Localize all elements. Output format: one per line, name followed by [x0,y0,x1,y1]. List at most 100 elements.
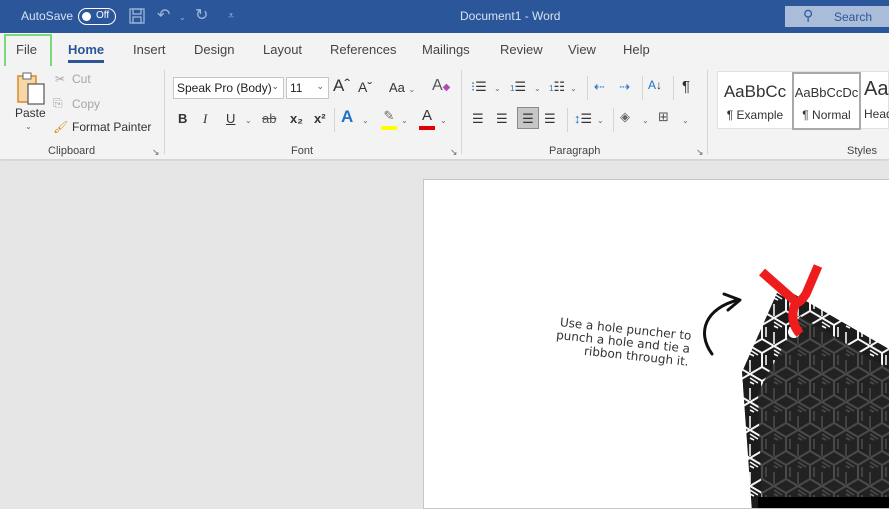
file-tab-focus-ring [4,34,52,69]
copy-icon: ⎘ [53,96,63,110]
bold-button[interactable]: B [178,111,187,127]
borders-icon[interactable]: ⊞ [658,109,669,125]
change-case-button[interactable]: Aa ⌄ [389,80,415,98]
justify-icon[interactable]: ☰ [544,111,556,127]
subscript-button[interactable]: x₂ [290,111,303,127]
divider [642,76,643,100]
multilevel-list-icon[interactable]: 1☷ [549,79,565,97]
copy-button[interactable]: ⎘ Copy [53,96,100,111]
line-spacing-icon[interactable]: ↕☰ [574,111,592,127]
font-launcher-icon[interactable]: ↘ [450,147,458,158]
style-sample: AaBbCc [723,82,787,101]
borders-dropdown-icon[interactable]: ⌄ [682,113,689,129]
highlight-color-swatch [381,126,397,130]
multilevel-dropdown-icon[interactable]: ⌄ [570,81,577,97]
paste-dropdown-icon[interactable]: ⌄ [25,122,32,131]
shading-icon[interactable]: ◈ [620,109,630,125]
tab-review[interactable]: Review [500,42,543,57]
font-color-button[interactable]: A [419,108,435,130]
cut-label: Cut [72,72,91,86]
save-icon[interactable] [128,7,146,30]
autosave-state: Off [96,10,110,21]
cut-button[interactable]: ✂ Cut [55,72,91,86]
chevron-down-icon: ⌄ [316,81,324,91]
autosave-label: AutoSave [21,9,74,23]
style-heading-1[interactable]: AaBb Heading 1 [864,72,889,130]
clipboard-launcher-icon[interactable]: ↘ [152,147,160,158]
shading-dropdown-icon[interactable]: ⌄ [642,113,649,129]
font-name-select[interactable]: Speak Pro (Body) ⌄ [173,77,284,99]
highlight-dropdown-icon[interactable]: ⌄ [401,113,408,129]
superscript-button[interactable]: x² [314,111,326,127]
highlighter-icon: ✎ [383,108,395,123]
paintbrush-icon: 🖌 [53,120,69,134]
divider [461,70,462,154]
font-size-select[interactable]: 11 ⌄ [286,77,329,99]
underline-button[interactable]: U [226,111,235,127]
tab-home[interactable]: Home [68,42,105,63]
instruction-text: Use a hole puncher to punch a hole and t… [555,315,693,369]
strikethrough-button[interactable]: ab [262,111,276,127]
styles-group-label: Styles [847,145,877,157]
document-area[interactable]: Use a hole puncher to punch a hole and t… [0,161,889,509]
numbering-icon[interactable]: 1☰ [510,79,526,97]
divider [567,108,568,132]
line-spacing-dropdown-icon[interactable]: ⌄ [597,113,604,129]
shrink-font-icon[interactable]: Aˇ [358,79,372,95]
bullets-icon[interactable]: ⁝☰ [471,79,487,95]
increase-indent-icon[interactable]: ⇢ [619,79,630,95]
text-effects-dropdown-icon[interactable]: ⌄ [362,113,369,129]
tab-view[interactable]: View [568,42,596,57]
sort-icon[interactable]: A↓ [648,77,662,93]
document-page[interactable]: Use a hole puncher to punch a hole and t… [423,179,889,509]
highlight-color-button[interactable]: ✎ [380,108,398,130]
paragraph-group-label: Paragraph [549,145,601,157]
divider [707,70,708,154]
show-formatting-marks-button[interactable]: ¶ [682,79,690,95]
style-name: ¶ Normal [802,108,851,122]
tab-insert[interactable]: Insert [133,42,166,57]
align-center-icon[interactable]: ☰ [496,111,508,127]
customize-toolbar-icon[interactable]: ⩡ [228,7,234,25]
paste-icon [17,72,45,105]
style-normal[interactable]: AaBbCcDc ¶ Normal [792,72,861,130]
tab-references[interactable]: References [330,42,396,57]
clear-formatting-icon[interactable]: A◆ [432,78,450,96]
paste-button[interactable] [14,72,48,106]
undo-dropdown-icon[interactable]: ⌄ [179,9,186,27]
divider [673,76,674,100]
style-example[interactable]: AaBbCc ¶ Example [718,72,792,130]
clipboard-group-label: Clipboard [48,145,96,157]
align-right-button[interactable]: ☰ [517,107,539,129]
scissors-icon: ✂ [55,72,66,86]
search-box[interactable]: ⚲ Search [785,6,889,27]
undo-icon[interactable]: ↶ [157,7,170,25]
format-painter-button[interactable]: 🖌 Format Painter [53,120,151,134]
text-effects-icon[interactable]: A [341,108,353,125]
search-icon: ⚲ [803,7,814,23]
bullets-dropdown-icon[interactable]: ⌄ [494,81,501,97]
underline-dropdown-icon[interactable]: ⌄ [245,113,252,129]
font-name-value: Speak Pro (Body) [177,81,272,95]
toggle-knob [82,11,91,21]
chevron-down-icon: ⌄ [271,81,279,91]
tab-help[interactable]: Help [623,42,650,57]
tab-mailings[interactable]: Mailings [422,42,470,57]
autosave-toggle[interactable]: Off [78,8,116,25]
ribbon: Paste ⌄ ✂ Cut ⎘ Copy 🖌 Format Painter Cl… [0,66,889,160]
decrease-indent-icon[interactable]: ⇠ [594,79,605,95]
copy-label: Copy [72,96,101,111]
grow-font-icon[interactable]: Aˆ [333,77,350,94]
numbering-dropdown-icon[interactable]: ⌄ [534,81,541,97]
change-case-label: Aa [389,80,405,95]
tab-layout[interactable]: Layout [263,42,302,57]
italic-button[interactable]: I [203,111,207,127]
styles-gallery: AaBbCc ¶ Example AaBbCcDc ¶ Normal AaBb … [717,71,889,130]
tab-design[interactable]: Design [194,42,234,57]
divider [164,70,165,154]
divider [587,76,588,100]
align-left-icon[interactable]: ☰ [472,111,484,127]
redo-icon[interactable]: ↻ [195,7,208,25]
paragraph-launcher-icon[interactable]: ↘ [696,147,704,158]
font-color-dropdown-icon[interactable]: ⌄ [440,113,447,129]
